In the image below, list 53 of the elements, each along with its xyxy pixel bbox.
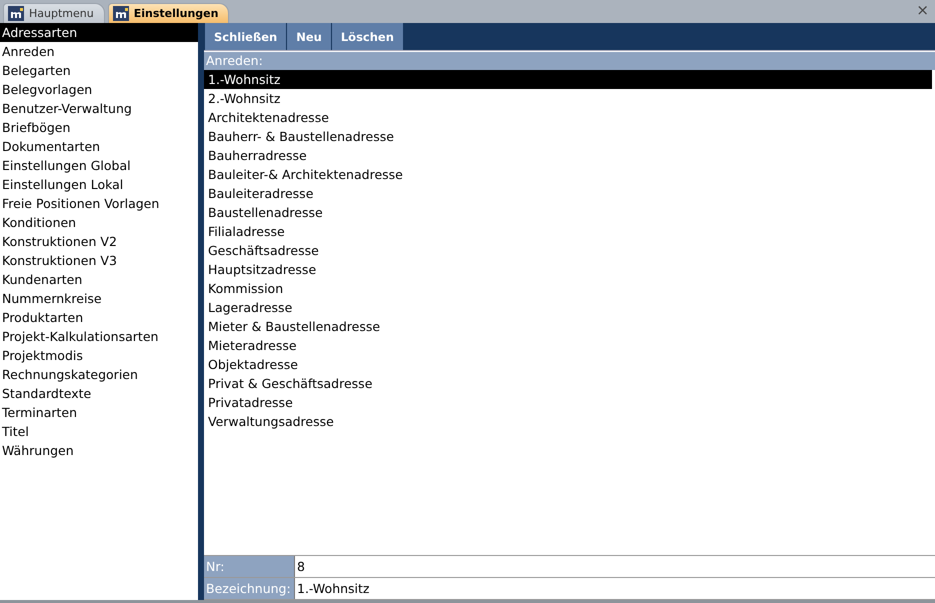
app-logo-icon [8, 6, 24, 21]
list-item[interactable]: 2.-Wohnsitz [204, 89, 932, 108]
list-item[interactable]: Hauptsitzadresse [204, 260, 932, 279]
sidebar-item[interactable]: Konstruktionen V2 [0, 232, 198, 251]
list-item[interactable]: Bauleiter-& Architektenadresse [204, 165, 932, 184]
sidebar-item[interactable]: Nummernkreise [0, 289, 198, 308]
list-item[interactable]: Bauherr- & Baustellenadresse [204, 127, 932, 146]
list-item[interactable]: Privat & Geschäftsadresse [204, 374, 932, 393]
sidebar-item[interactable]: Standardtexte [0, 384, 198, 403]
list-header: Anreden: [204, 52, 935, 70]
tab[interactable]: Einstellungen [108, 3, 230, 23]
sidebar-item[interactable]: Freie Positionen Vorlagen [0, 194, 198, 213]
list-item[interactable]: Lageradresse [204, 298, 932, 317]
sidebar-item[interactable]: Dokumentarten [0, 137, 198, 156]
list-item[interactable]: Architektenadresse [204, 108, 932, 127]
field-label: Bezeichnung: [204, 578, 295, 599]
list-item[interactable]: Mieter & Baustellenadresse [204, 317, 932, 336]
list-item[interactable]: Objektadresse [204, 355, 932, 374]
list-item[interactable]: Baustellenadresse [204, 203, 932, 222]
tab[interactable]: Hauptmenu [3, 3, 105, 23]
sidebar-item[interactable]: Projektmodis [0, 346, 198, 365]
sidebar-item[interactable]: Adressarten [0, 23, 198, 42]
field-label: Nr: [204, 556, 295, 577]
sidebar-item[interactable]: Anreden [0, 42, 198, 61]
list-item[interactable]: 1.-Wohnsitz [204, 70, 932, 89]
sidebar-item[interactable]: Titel [0, 422, 198, 441]
list-item[interactable]: Privatadresse [204, 393, 932, 412]
list-item[interactable]: Filialadresse [204, 222, 932, 241]
sidebar-item[interactable]: Terminarten [0, 403, 198, 422]
sidebar-item[interactable]: Belegarten [0, 61, 198, 80]
toolbar-button[interactable]: Neu [287, 23, 331, 50]
toolbar-button[interactable]: Löschen [332, 23, 403, 50]
list-item[interactable]: Geschäftsadresse [204, 241, 932, 260]
sidebar-item[interactable]: Kundenarten [0, 270, 198, 289]
sidebar-item[interactable]: Belegvorlagen [0, 80, 198, 99]
list-item[interactable]: Kommission [204, 279, 932, 298]
sidebar-item[interactable]: Konstruktionen V3 [0, 251, 198, 270]
sidebar-item[interactable]: Benutzer-Verwaltung [0, 99, 198, 118]
sidebar-item[interactable]: Einstellungen Global [0, 156, 198, 175]
list-item[interactable]: Bauherradresse [204, 146, 932, 165]
sidebar-item[interactable]: Produktarten [0, 308, 198, 327]
app-logo-icon [112, 6, 129, 21]
toolbar-button[interactable]: Schließen [205, 23, 286, 50]
list-item[interactable]: Bauleiteradresse [204, 184, 932, 203]
list-item[interactable]: Verwaltungsadresse [204, 412, 932, 431]
sidebar-item[interactable]: Konditionen [0, 213, 198, 232]
sidebar-item[interactable]: Projekt-Kalkulationsarten [0, 327, 198, 346]
list-item[interactable]: Mieteradresse [204, 336, 932, 355]
sidebar-item[interactable]: Briefbögen [0, 118, 198, 137]
sidebar-item[interactable]: Rechnungskategorien [0, 365, 198, 384]
sidebar-item[interactable]: Einstellungen Lokal [0, 175, 198, 194]
close-icon[interactable]: × [916, 2, 929, 18]
sidebar-item[interactable]: Währungen [0, 441, 198, 460]
